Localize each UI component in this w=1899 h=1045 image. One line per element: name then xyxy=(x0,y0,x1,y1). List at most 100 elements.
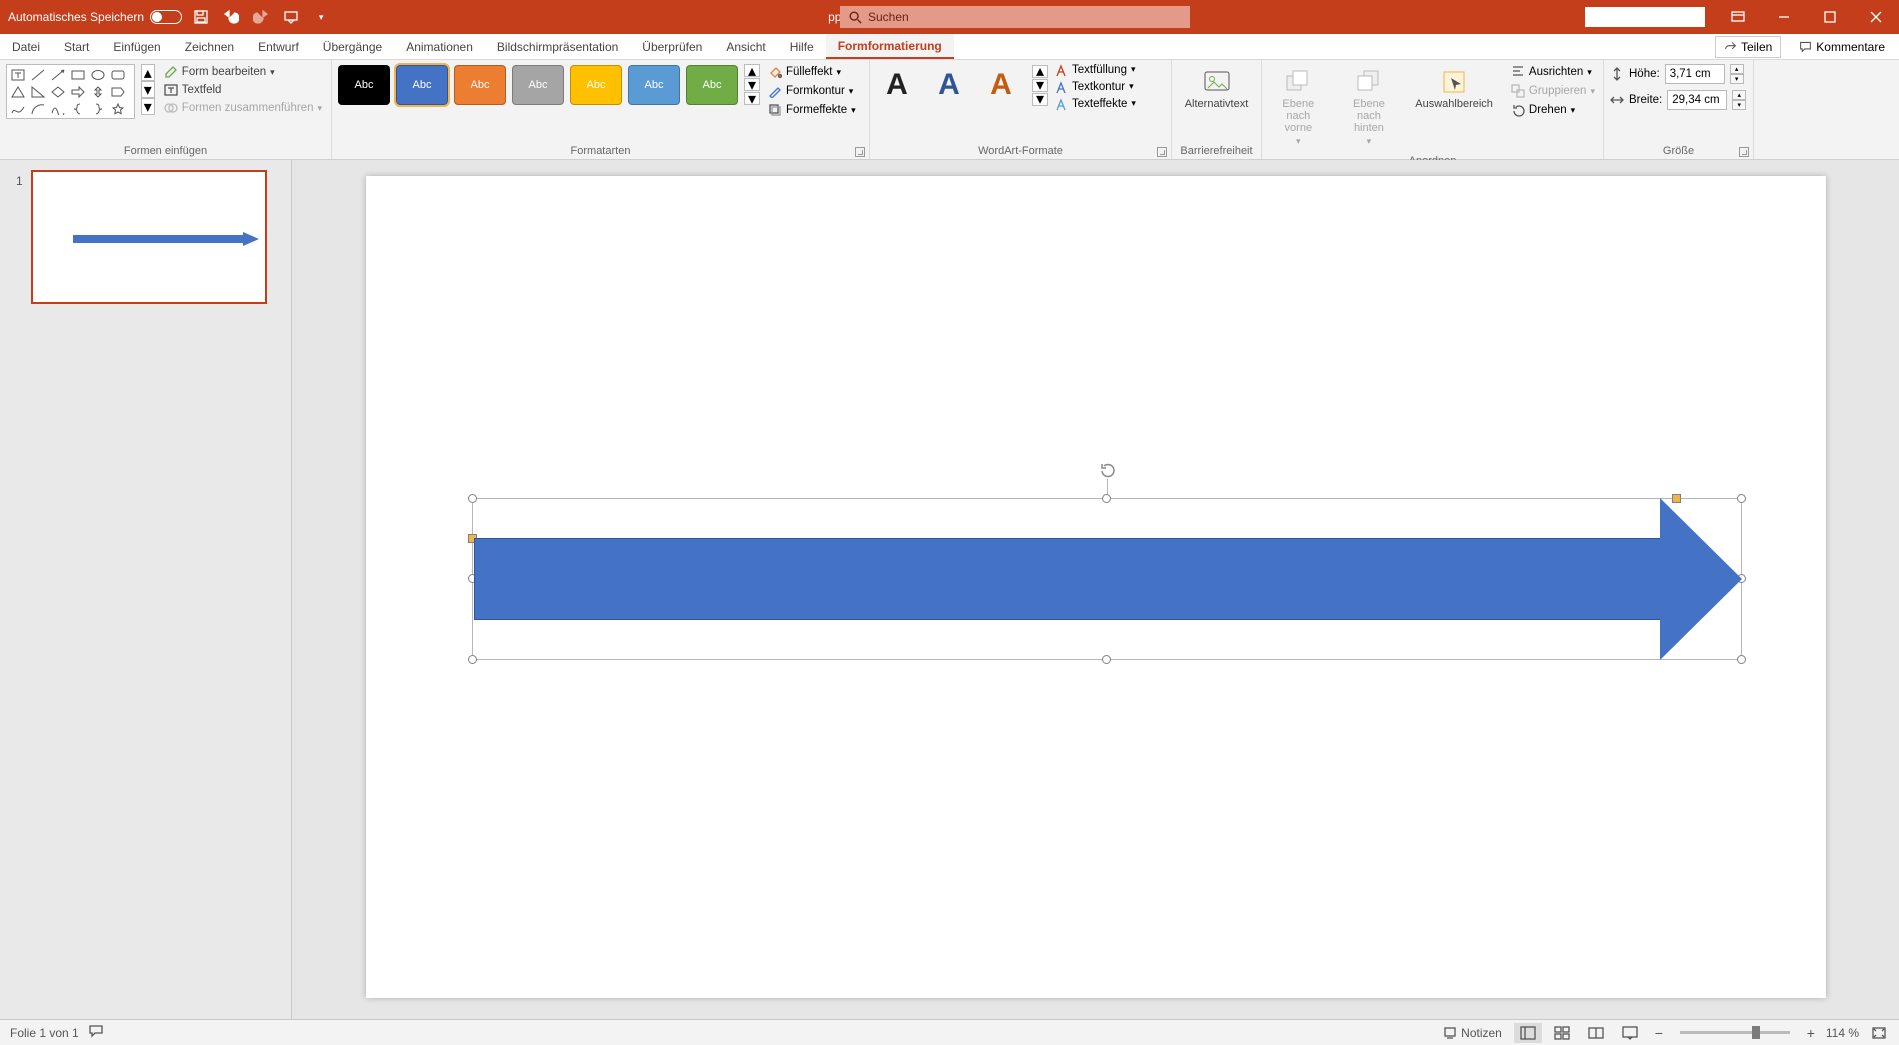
tab-datei[interactable]: Datei xyxy=(0,34,52,59)
selection-pane-button[interactable]: Auswahlbereich xyxy=(1409,64,1499,114)
close-button[interactable] xyxy=(1853,0,1899,34)
tab-animationen[interactable]: Animationen xyxy=(394,34,485,59)
slide[interactable] xyxy=(366,176,1826,998)
dialog-launcher-icon[interactable] xyxy=(855,147,865,157)
rotate-button[interactable]: Drehen ▾ xyxy=(1509,102,1597,118)
scroll-more-icon[interactable]: ▾ xyxy=(141,98,155,115)
tab-entwurf[interactable]: Entwurf xyxy=(246,34,311,59)
shape-star-icon[interactable] xyxy=(109,101,127,116)
thumbnail-preview[interactable] xyxy=(31,170,267,304)
tab-zeichnen[interactable]: Zeichnen xyxy=(173,34,246,59)
resize-handle-t[interactable] xyxy=(1102,494,1111,503)
save-button[interactable] xyxy=(190,6,212,28)
comments-button[interactable]: Kommentare xyxy=(1791,36,1893,58)
tab-ueberpruefen[interactable]: Überprüfen xyxy=(630,34,714,59)
bring-forward-button[interactable]: Ebene nach vorne ▾ xyxy=(1268,64,1329,151)
tab-ansicht[interactable]: Ansicht xyxy=(714,34,777,59)
text-fill-button[interactable]: Textfüllung ▾ xyxy=(1054,64,1136,78)
toggle-off-icon[interactable] xyxy=(150,10,182,24)
scroll-more-icon[interactable]: ▾ xyxy=(1032,93,1048,106)
shape-rect-icon[interactable] xyxy=(69,67,87,82)
resize-handle-b[interactable] xyxy=(1102,655,1111,664)
qat-more-button[interactable]: ▾ xyxy=(310,6,332,28)
dialog-launcher-icon[interactable] xyxy=(1157,147,1167,157)
ribbon-display-options-button[interactable] xyxy=(1715,0,1761,34)
shapes-gallery[interactable] xyxy=(6,64,135,119)
tab-start[interactable]: Start xyxy=(52,34,101,59)
shape-diamond-icon[interactable] xyxy=(49,84,67,99)
style-preset-3[interactable]: Abc xyxy=(454,65,506,105)
shape-pentagon-arrow-icon[interactable] xyxy=(109,84,127,99)
wordart-gallery-scroll[interactable]: ▴ ▾ ▾ xyxy=(1032,65,1048,106)
wordart-gallery[interactable]: A A A ▴ ▾ ▾ xyxy=(876,64,1048,106)
style-preset-4[interactable]: Abc xyxy=(512,65,564,105)
wordart-preset-3[interactable]: A xyxy=(980,64,1022,106)
shape-curve-icon[interactable] xyxy=(49,101,67,116)
zoom-slider-thumb[interactable] xyxy=(1752,1026,1760,1039)
slide-counter[interactable]: Folie 1 von 1 xyxy=(10,1026,79,1040)
wordart-preset-1[interactable]: A xyxy=(876,64,918,106)
zoom-out-button[interactable]: − xyxy=(1650,1024,1668,1042)
dialog-launcher-icon[interactable] xyxy=(1739,147,1749,157)
autosave-toggle[interactable]: Automatisches Speichern xyxy=(8,10,182,24)
wordart-preset-2[interactable]: A xyxy=(928,64,970,106)
text-box-button[interactable]: Textfeld xyxy=(161,82,325,98)
shape-left-brace-icon[interactable] xyxy=(69,101,87,116)
shape-roundrect-icon[interactable] xyxy=(109,67,127,82)
reading-view-button[interactable] xyxy=(1582,1023,1610,1043)
tab-uebergaenge[interactable]: Übergänge xyxy=(311,34,394,59)
tab-bildschirmpraesentation[interactable]: Bildschirmpräsentation xyxy=(485,34,630,59)
resize-handle-tl[interactable] xyxy=(468,494,477,503)
zoom-in-button[interactable]: + xyxy=(1802,1024,1820,1042)
slideshow-from-start-button[interactable] xyxy=(280,6,302,28)
zoom-slider[interactable] xyxy=(1680,1031,1790,1034)
chevron-down-icon[interactable]: ▾ xyxy=(1296,136,1301,147)
slide-thumbnail-1[interactable]: 1 xyxy=(16,170,275,304)
alt-text-button[interactable]: Alternativtext xyxy=(1179,64,1255,114)
style-preset-5[interactable]: Abc xyxy=(570,65,622,105)
tab-formformatierung[interactable]: Formformatierung xyxy=(826,34,954,59)
shapes-gallery-scrollbar[interactable]: ▴ ▾ ▾ xyxy=(141,64,155,115)
scroll-up-icon[interactable]: ▴ xyxy=(141,64,155,81)
maximize-button[interactable] xyxy=(1807,0,1853,34)
style-preset-7[interactable]: Abc xyxy=(686,65,738,105)
shape-arc-icon[interactable] xyxy=(29,101,47,116)
height-spinner[interactable]: ▴▾ xyxy=(1730,64,1744,84)
slideshow-view-button[interactable] xyxy=(1616,1023,1644,1043)
merge-shapes-button[interactable]: Formen zusammenführen ▾ xyxy=(161,100,325,116)
chevron-down-icon[interactable]: ▾ xyxy=(1367,136,1372,147)
slide-sorter-view-button[interactable] xyxy=(1548,1023,1576,1043)
fit-to-window-button[interactable] xyxy=(1865,1023,1893,1043)
style-gallery-scroll[interactable]: ▴ ▾ ▾ xyxy=(744,64,760,105)
rotation-handle[interactable] xyxy=(1098,461,1116,479)
slide-canvas-area[interactable] xyxy=(292,160,1899,1019)
shape-right-arrow-icon[interactable] xyxy=(69,84,87,99)
slide-thumbnails-panel[interactable]: 1 xyxy=(0,160,292,1019)
tell-me-input[interactable] xyxy=(1585,7,1705,27)
resize-handle-bl[interactable] xyxy=(468,655,477,664)
width-input[interactable] xyxy=(1667,90,1727,110)
group-button[interactable]: Gruppieren ▾ xyxy=(1509,83,1597,99)
arrow-shape-shaft[interactable] xyxy=(474,538,1662,620)
shape-styles-gallery[interactable]: Abc Abc Abc Abc Abc Abc Abc ▴ ▾ ▾ xyxy=(338,64,760,105)
shape-oval-icon[interactable] xyxy=(89,67,107,82)
notes-button[interactable]: Notizen xyxy=(1437,1026,1508,1040)
style-preset-2[interactable]: Abc xyxy=(396,65,448,105)
minimize-button[interactable] xyxy=(1761,0,1807,34)
comments-status-icon[interactable] xyxy=(89,1024,103,1041)
arrow-shape-head[interactable] xyxy=(1660,498,1742,660)
shape-freeform-icon[interactable] xyxy=(9,101,27,116)
share-button[interactable]: Teilen xyxy=(1715,36,1781,58)
zoom-percentage[interactable]: 114 % xyxy=(1826,1026,1859,1040)
text-outline-button[interactable]: Textkontur ▾ xyxy=(1054,81,1136,95)
shape-line-arrow-icon[interactable] xyxy=(49,67,67,82)
style-preset-1[interactable]: Abc xyxy=(338,65,390,105)
shape-updown-arrow-icon[interactable] xyxy=(89,84,107,99)
shape-outline-button[interactable]: Formkontur ▾ xyxy=(766,83,858,99)
scroll-down-icon[interactable]: ▾ xyxy=(141,81,155,98)
style-preset-6[interactable]: Abc xyxy=(628,65,680,105)
width-spinner[interactable]: ▴▾ xyxy=(1732,90,1746,110)
text-effects-button[interactable]: Texteffekte ▾ xyxy=(1054,98,1136,112)
undo-button[interactable] xyxy=(220,6,242,28)
scroll-more-icon[interactable]: ▾ xyxy=(744,92,760,105)
